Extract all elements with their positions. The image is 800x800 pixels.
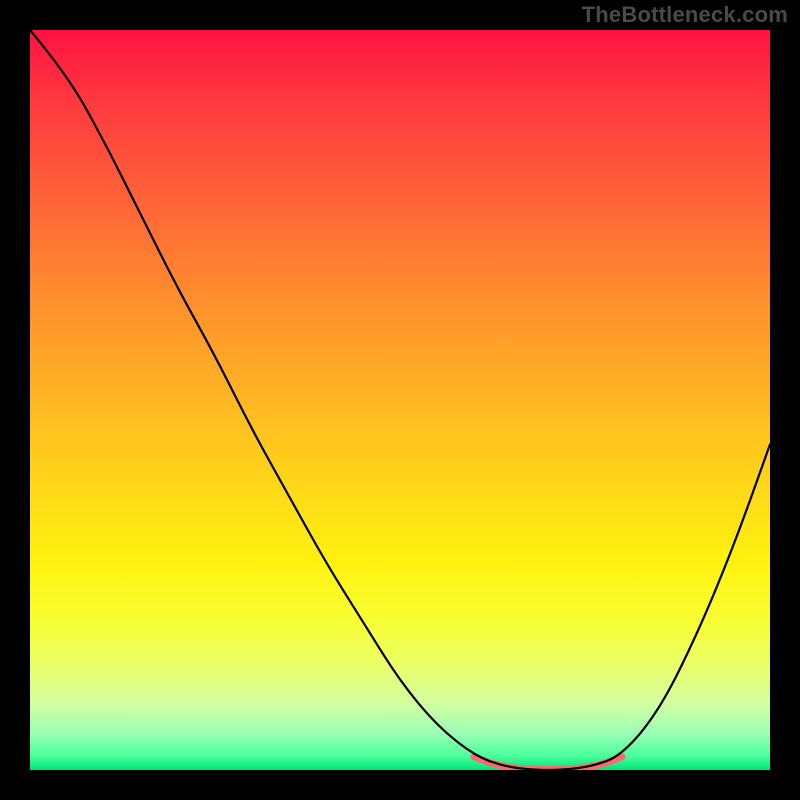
plot-area xyxy=(30,30,770,770)
chart-frame: TheBottleneck.com xyxy=(0,0,800,800)
main-curve-path xyxy=(30,30,770,770)
curve-layer xyxy=(30,30,770,770)
watermark-text: TheBottleneck.com xyxy=(582,2,788,28)
